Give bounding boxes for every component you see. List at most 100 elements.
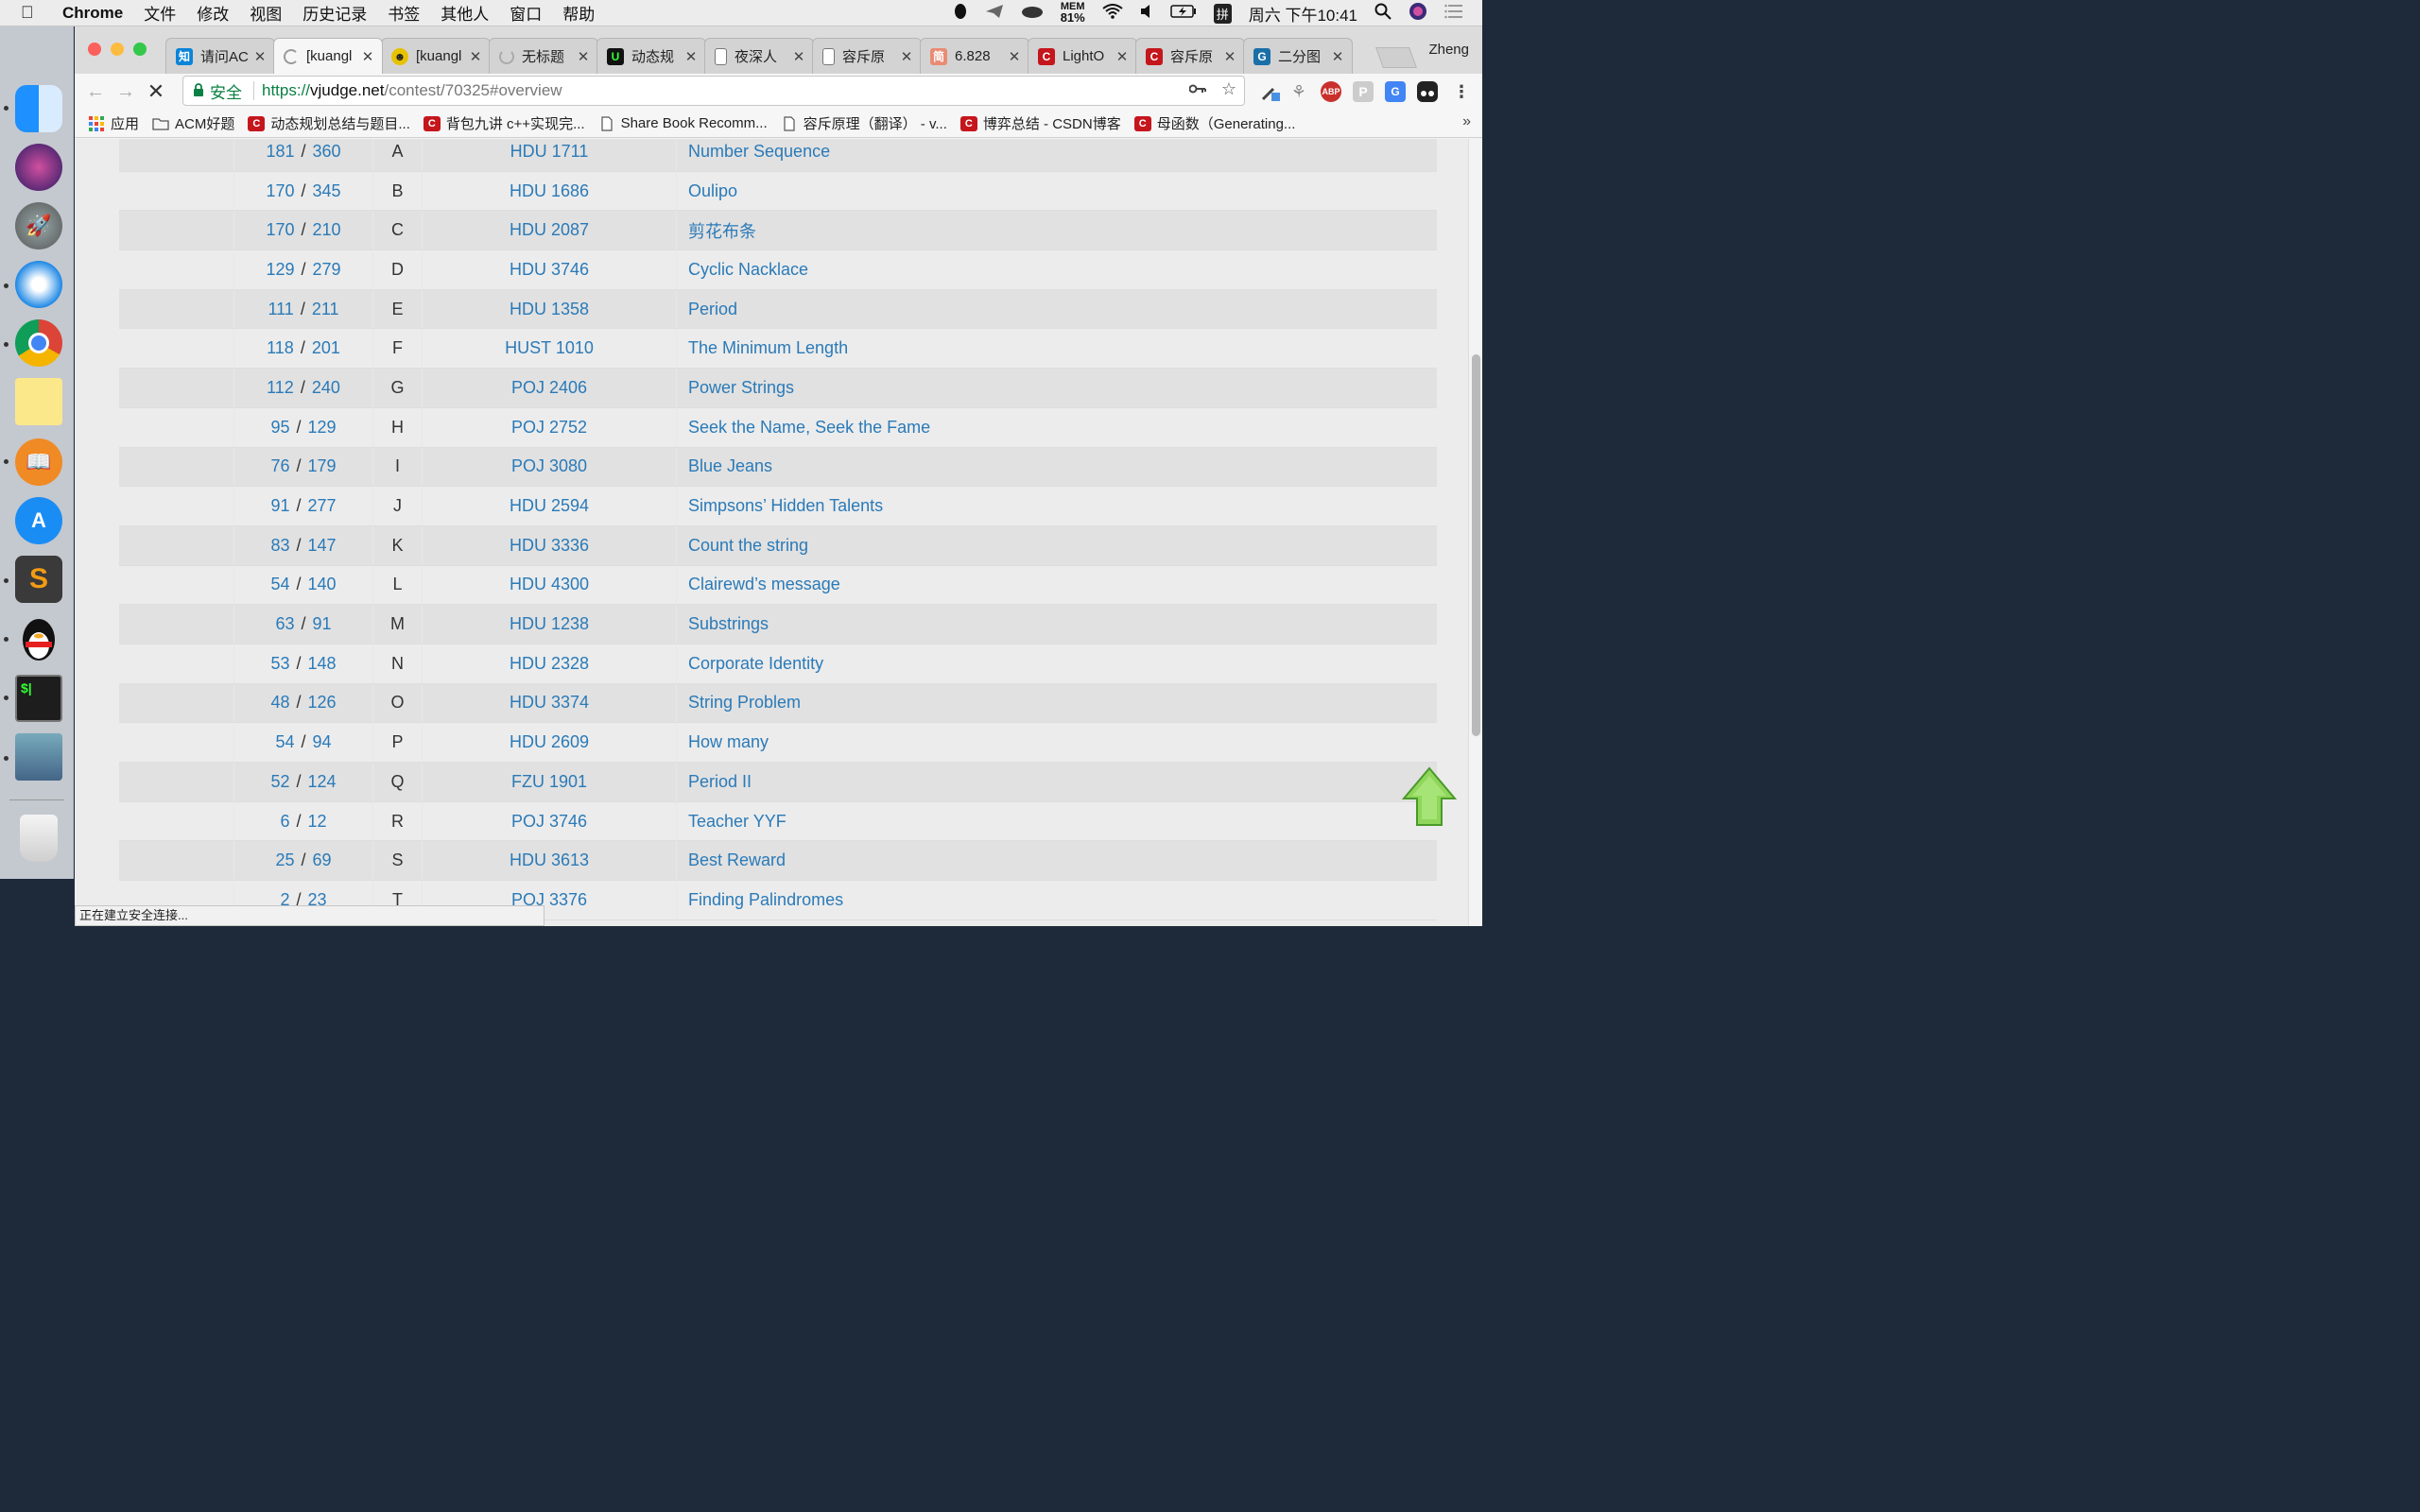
problem-source-link[interactable]: HDU 3336 bbox=[423, 525, 677, 565]
adblock-plus-icon[interactable]: ABP bbox=[1321, 81, 1341, 102]
problem-source-link[interactable]: HDU 1358 bbox=[423, 289, 677, 329]
back-arrow-icon[interactable]: ← bbox=[80, 81, 111, 103]
problem-source-link[interactable]: HDU 1238 bbox=[423, 605, 677, 644]
bookmark-item[interactable]: C 动态规划总结与题目... bbox=[248, 113, 410, 133]
attempted-count-link[interactable]: 179 bbox=[308, 456, 337, 476]
problem-title-link[interactable]: Oulipo bbox=[677, 181, 1437, 201]
tab-close-icon[interactable]: ✕ bbox=[1006, 48, 1023, 65]
trash-icon[interactable] bbox=[20, 815, 58, 862]
attempted-count-link[interactable]: 147 bbox=[308, 536, 337, 556]
page-scrollbar[interactable] bbox=[1468, 139, 1482, 926]
problem-source-link[interactable]: POJ 2752 bbox=[423, 407, 677, 447]
problem-source-link[interactable]: HDU 2087 bbox=[423, 211, 677, 250]
problem-title-link[interactable]: Cyclic Nacklace bbox=[677, 260, 1437, 280]
qq-icon[interactable] bbox=[15, 614, 62, 662]
problem-title-link[interactable]: Finding Palindromes bbox=[677, 890, 1437, 910]
problem-source-link[interactable]: HDU 2609 bbox=[423, 723, 677, 762]
problem-title-link[interactable]: String Problem bbox=[677, 693, 1437, 713]
minimize-window-button[interactable] bbox=[111, 43, 124, 56]
problem-title-link[interactable]: Power Strings bbox=[677, 378, 1437, 398]
chrome-menu-icon[interactable]: ⋮ bbox=[1451, 81, 1472, 102]
problem-source-link[interactable]: HDU 2594 bbox=[423, 487, 677, 525]
attempted-count-link[interactable]: 126 bbox=[308, 693, 337, 713]
problem-source-link[interactable]: HDU 3374 bbox=[423, 683, 677, 723]
menu-history[interactable]: 历史记录 bbox=[302, 1, 367, 25]
key-icon[interactable] bbox=[1188, 79, 1206, 99]
profile-button[interactable]: Zheng bbox=[1428, 42, 1469, 58]
tab-close-icon[interactable]: ✕ bbox=[1221, 48, 1238, 65]
tab-close-icon[interactable]: ✕ bbox=[683, 48, 700, 65]
tab-6[interactable]: 夜深人 ✕ bbox=[704, 38, 814, 74]
scrollbar-thumb[interactable] bbox=[1472, 354, 1480, 736]
problem-title-link[interactable]: The Minimum Length bbox=[677, 338, 1437, 358]
bookmark-item[interactable]: Share Book Recomm... bbox=[598, 115, 768, 131]
stop-loading-icon[interactable]: ✕ bbox=[141, 79, 171, 104]
preview-icon[interactable] bbox=[15, 733, 62, 781]
bug-extension-icon[interactable]: ⚘ bbox=[1288, 81, 1309, 102]
notification-center-icon[interactable] bbox=[1444, 4, 1463, 24]
tab-11[interactable]: G 二分图 ✕ bbox=[1243, 38, 1353, 74]
bookmark-item[interactable]: C 背包九讲 c++实现完... bbox=[423, 113, 585, 133]
attempted-count-link[interactable]: 148 bbox=[308, 654, 337, 674]
tab-close-icon[interactable]: ✕ bbox=[1114, 48, 1131, 65]
attempted-count-link[interactable]: 91 bbox=[313, 614, 332, 634]
sublime-text-icon[interactable]: S bbox=[15, 556, 62, 603]
problem-title-link[interactable]: Period II bbox=[677, 772, 1437, 792]
finder-icon[interactable] bbox=[15, 85, 62, 132]
solved-count-link[interactable]: 112 bbox=[267, 378, 294, 398]
menu-app-name[interactable]: Chrome bbox=[62, 4, 123, 23]
attempted-count-link[interactable]: 94 bbox=[313, 732, 332, 752]
problem-title-link[interactable]: Count the string bbox=[677, 536, 1437, 556]
tab-close-icon[interactable]: ✕ bbox=[790, 48, 807, 65]
cloud-status-icon[interactable] bbox=[1021, 4, 1044, 24]
problem-source-link[interactable]: HDU 1686 bbox=[423, 171, 677, 211]
attempted-count-link[interactable]: 277 bbox=[308, 496, 337, 516]
tab-3[interactable]: ☻ [kuangl ✕ bbox=[381, 38, 491, 74]
menu-window[interactable]: 窗口 bbox=[510, 1, 542, 25]
problem-title-link[interactable]: Seek the Name, Seek the Fame bbox=[677, 418, 1437, 438]
attempted-count-link[interactable]: 129 bbox=[308, 418, 337, 438]
input-method-icon[interactable]: 拼 bbox=[1213, 3, 1232, 24]
tab-close-icon[interactable]: ✕ bbox=[1329, 48, 1346, 65]
problem-title-link[interactable]: Substrings bbox=[677, 614, 1437, 634]
attempted-count-link[interactable]: 279 bbox=[313, 260, 341, 280]
problem-title-link[interactable]: How many bbox=[677, 732, 1437, 752]
tab-1[interactable]: 知 请问AC ✕ bbox=[165, 38, 275, 74]
menu-file[interactable]: 文件 bbox=[144, 1, 176, 25]
solved-count-link[interactable]: 170 bbox=[266, 220, 294, 240]
telegram-status-icon[interactable] bbox=[985, 4, 1004, 24]
tab-7[interactable]: 容斥原 ✕ bbox=[812, 38, 922, 74]
problem-title-link[interactable]: Number Sequence bbox=[677, 142, 1437, 162]
tab-8[interactable]: 简 6.828 ✕ bbox=[920, 38, 1029, 74]
solved-count-link[interactable]: 83 bbox=[270, 536, 289, 556]
attempted-count-link[interactable]: 201 bbox=[312, 338, 340, 358]
siri-icon[interactable] bbox=[15, 144, 62, 191]
problem-source-link[interactable]: HDU 1711 bbox=[423, 139, 677, 171]
memory-monitor[interactable]: MEM 81% bbox=[1061, 2, 1085, 25]
picker-extension-icon[interactable] bbox=[1260, 81, 1281, 102]
wifi-icon[interactable] bbox=[1102, 3, 1123, 24]
p-extension-icon[interactable]: P bbox=[1353, 81, 1374, 102]
attempted-count-link[interactable]: 69 bbox=[313, 850, 332, 870]
tab-close-icon[interactable]: ✕ bbox=[251, 48, 268, 65]
launchpad-icon[interactable]: 🚀 bbox=[15, 202, 62, 249]
attempted-count-link[interactable]: 345 bbox=[313, 181, 341, 201]
solved-count-link[interactable]: 53 bbox=[270, 654, 289, 674]
problem-title-link[interactable]: Teacher YYF bbox=[677, 812, 1437, 832]
problem-title-link[interactable]: Clairewd’s message bbox=[677, 575, 1437, 594]
bookmarks-overflow-icon[interactable]: » bbox=[1462, 113, 1471, 130]
solved-count-link[interactable]: 6 bbox=[280, 812, 289, 832]
problem-source-link[interactable]: HDU 3746 bbox=[423, 250, 677, 289]
tab-4[interactable]: 无标题 ✕ bbox=[489, 38, 598, 74]
problem-source-link[interactable]: FZU 1901 bbox=[423, 763, 677, 801]
solved-count-link[interactable]: 111 bbox=[268, 300, 293, 319]
bookmark-folder-acm[interactable]: ACM好题 bbox=[152, 113, 234, 133]
menu-help[interactable]: 帮助 bbox=[562, 1, 595, 25]
problem-source-link[interactable]: HDU 2328 bbox=[423, 644, 677, 683]
bookmark-item[interactable]: 容斥原理（翻译） - v... bbox=[781, 113, 947, 133]
solved-count-link[interactable]: 181 bbox=[266, 142, 294, 162]
spotlight-search-icon[interactable] bbox=[1374, 3, 1392, 25]
tab-10[interactable]: C 容斥原 ✕ bbox=[1135, 38, 1245, 74]
solved-count-link[interactable]: 95 bbox=[270, 418, 289, 438]
chrome-icon[interactable] bbox=[15, 319, 62, 367]
